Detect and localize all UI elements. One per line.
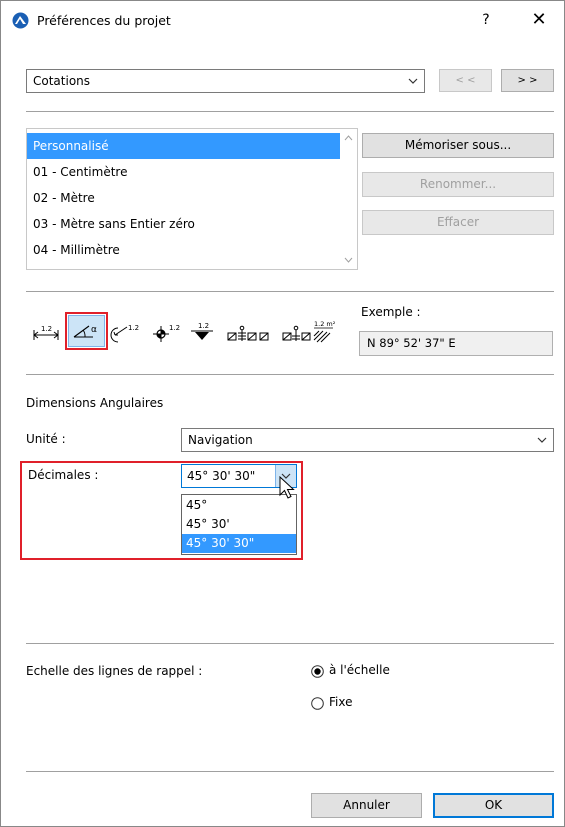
list-item[interactable]: Personnalisé [27,133,340,159]
preset-list[interactable]: Personnalisé 01 - Centimètre 02 - Mètre … [26,128,358,270]
list-item[interactable]: 04 - Millimètre [27,237,340,263]
list-item[interactable]: 01 - Centimètre [27,159,340,185]
list-item[interactable]: 02 - Mètre [27,185,340,211]
decimals-dropdown-list[interactable]: 45° 45° 30' 45° 30' 30" [181,494,297,555]
dropdown-option[interactable]: 45° 30' 30" [182,534,296,553]
angle-dimension-icon[interactable]: α [71,314,103,348]
title-bar: Préférences du projet ? ✕ [1,1,564,41]
divider [26,374,554,375]
area-dimension-icon[interactable]: 1.2 m² [311,314,343,348]
close-button[interactable]: ✕ [526,8,552,32]
divider [26,643,554,644]
decimals-label: Décimales : [28,468,99,482]
radio-fixed-label[interactable]: Fixe [329,695,352,709]
unit-select-value: Navigation [188,433,253,447]
divider [26,771,554,772]
category-select-value: Cotations [33,74,91,88]
save-as-button[interactable]: Mémoriser sous... [362,133,554,158]
divider [26,291,554,292]
radio-scale-label[interactable]: à l'échelle [329,663,390,677]
mouse-cursor-icon [279,476,295,499]
help-button[interactable]: ? [476,8,496,32]
decimals-select-value: 45° 30' 30" [187,469,256,483]
divider [26,111,554,112]
door-window-dimension-icon[interactable] [225,314,279,348]
next-button[interactable]: > > [501,69,554,92]
chevron-down-icon [408,78,418,84]
category-select[interactable]: Cotations [26,69,425,93]
radial-dimension-value: 1.2 [128,324,139,332]
unit-label: Unité : [26,432,66,446]
radio-fixed[interactable] [311,697,324,710]
extension-lines-label: Echelle des lignes de rappel : [26,664,203,678]
radio-scale[interactable] [311,665,324,678]
preferences-dialog: Préférences du projet ? ✕ Cotations < < … [0,0,565,827]
window-title: Préférences du projet [37,13,171,28]
previous-button[interactable]: < < [439,69,492,92]
radial-dimension-icon[interactable]: 1.2 [109,314,145,348]
cancel-button[interactable]: Annuler [311,793,422,818]
rename-button[interactable]: Renommer... [362,172,554,197]
elevation-dimension-value: 1.2 [198,322,209,330]
delete-button[interactable]: Effacer [362,210,554,235]
level-dimension-value: 1.2 [169,324,180,332]
elevation-dimension-icon[interactable]: 1.2 [187,314,217,348]
example-preview: N 89° 52' 37" E [359,331,553,356]
archicad-app-icon [12,12,29,29]
list-item[interactable]: 03 - Mètre sans Entier zéro [27,211,340,237]
list-scrollbar[interactable] [340,129,357,269]
area-dimension-value: 1.2 m² [314,320,336,328]
level-dimension-icon[interactable]: 1.2 [151,314,183,348]
ok-button[interactable]: OK [433,793,554,818]
dropdown-option[interactable]: 45° 30' [182,515,296,534]
angle-dimension-value: α [91,325,97,335]
linear-dimension-icon[interactable]: 1.2 [31,314,61,348]
chevron-down-icon [537,437,547,443]
section-title: Dimensions Angulaires [26,396,164,410]
linear-dimension-value: 1.2 [41,325,52,333]
unit-select[interactable]: Navigation [181,428,554,452]
example-label: Exemple : [361,305,421,319]
